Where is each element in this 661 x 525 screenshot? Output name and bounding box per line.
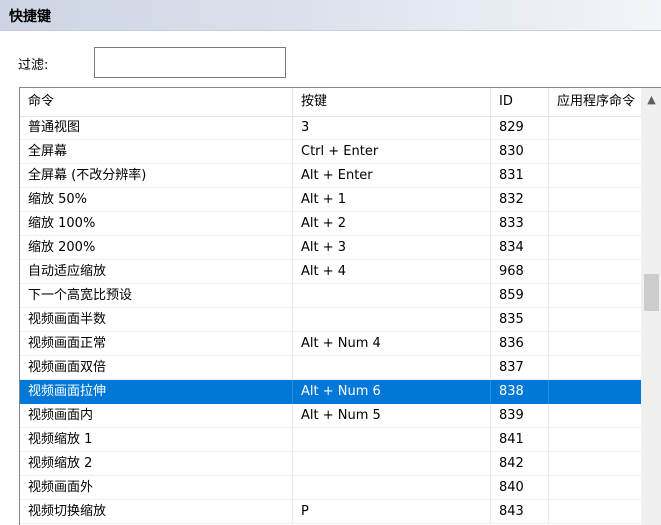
cell-id: 839	[491, 404, 549, 428]
cell-command: 全屏幕	[20, 140, 293, 164]
cell-id: 833	[491, 212, 549, 236]
cell-command: 全屏幕 (不改分辨率)	[20, 164, 293, 188]
cell-id: 968	[491, 260, 549, 284]
cell-keys	[293, 284, 491, 308]
table-row[interactable]: 全屏幕 (不改分辨率) Alt + Enter 831	[20, 164, 642, 188]
title-bar: 快捷键	[0, 0, 661, 31]
filter-label: 过滤:	[18, 58, 49, 73]
cell-app-command	[549, 452, 642, 476]
table-row[interactable]: 缩放 50% Alt + 1 832	[20, 188, 642, 212]
cell-command: 缩放 200%	[20, 236, 293, 260]
cell-id: 842	[491, 452, 549, 476]
cell-keys: Alt + 2	[293, 212, 491, 236]
cell-id: 840	[491, 476, 549, 500]
cell-id: 834	[491, 236, 549, 260]
shortcut-list[interactable]: 命令 按键 ID 应用程序命令 普通视图 3 829 全屏幕 Ctrl + Enter 8…	[19, 87, 661, 525]
cell-keys: Alt + Enter	[293, 164, 491, 188]
cell-id: 835	[491, 308, 549, 332]
cell-command: 视频切换缩放	[20, 500, 293, 524]
cell-app-command	[549, 476, 642, 500]
cell-app-command	[549, 356, 642, 380]
table-row[interactable]: 视频画面拉伸 Alt + Num 6 838	[20, 380, 642, 404]
cell-keys: Alt + Num 6	[293, 380, 491, 404]
cell-app-command	[549, 236, 642, 260]
cell-command: 自动适应缩放	[20, 260, 293, 284]
cell-command: 视频缩放 1	[20, 428, 293, 452]
cell-id: 843	[491, 500, 549, 524]
cell-app-command	[549, 140, 642, 164]
cell-app-command	[549, 308, 642, 332]
cell-command: 视频画面双倍	[20, 356, 293, 380]
cell-id: 838	[491, 380, 549, 404]
cell-app-command	[549, 380, 642, 404]
cell-id: 836	[491, 332, 549, 356]
table-row[interactable]: 缩放 200% Alt + 3 834	[20, 236, 642, 260]
cell-id: 841	[491, 428, 549, 452]
cell-keys	[293, 428, 491, 452]
column-header-keys[interactable]: 按键	[293, 88, 491, 116]
column-header-command[interactable]: 命令	[20, 88, 293, 116]
cell-keys: Alt + 1	[293, 188, 491, 212]
cell-id: 829	[491, 116, 549, 140]
cell-id: 830	[491, 140, 549, 164]
window-title: 快捷键	[9, 9, 51, 25]
cell-command: 视频画面半数	[20, 308, 293, 332]
cell-id: 859	[491, 284, 549, 308]
table-row[interactable]: 视频切换缩放 P 843	[20, 500, 642, 524]
cell-command: 视频画面拉伸	[20, 380, 293, 404]
cell-app-command	[549, 428, 642, 452]
cell-keys	[293, 356, 491, 380]
cell-keys: P	[293, 500, 491, 524]
cell-keys: Alt + 4	[293, 260, 491, 284]
scroll-up-arrow-icon[interactable]: ▲	[641, 88, 661, 112]
cell-app-command	[549, 260, 642, 284]
table-row[interactable]: 视频画面外 840	[20, 476, 642, 500]
cell-keys: Alt + Num 5	[293, 404, 491, 428]
cell-app-command	[549, 500, 642, 524]
cell-command: 普通视图	[20, 116, 293, 140]
table-row[interactable]: 普通视图 3 829	[20, 116, 642, 140]
column-header-app-command[interactable]: 应用程序命令	[549, 88, 642, 116]
cell-app-command	[549, 212, 642, 236]
cell-app-command	[549, 284, 642, 308]
cell-keys	[293, 476, 491, 500]
cell-keys	[293, 452, 491, 476]
cell-keys: Ctrl + Enter	[293, 140, 491, 164]
cell-keys	[293, 308, 491, 332]
cell-command: 视频缩放 2	[20, 452, 293, 476]
table-row[interactable]: 视频画面双倍 837	[20, 356, 642, 380]
cell-id: 831	[491, 164, 549, 188]
cell-command: 缩放 100%	[20, 212, 293, 236]
cell-app-command	[549, 116, 642, 140]
cell-keys: Alt + Num 4	[293, 332, 491, 356]
table-row[interactable]: 全屏幕 Ctrl + Enter 830	[20, 140, 642, 164]
cell-app-command	[549, 188, 642, 212]
cell-command: 视频画面内	[20, 404, 293, 428]
cell-command: 视频画面正常	[20, 332, 293, 356]
table-row[interactable]: 缩放 100% Alt + 2 833	[20, 212, 642, 236]
scrollbar-thumb[interactable]	[644, 273, 659, 312]
table-row[interactable]: 视频画面正常 Alt + Num 4 836	[20, 332, 642, 356]
filter-input[interactable]	[94, 47, 286, 78]
column-header-id[interactable]: ID	[491, 88, 549, 116]
cell-id: 837	[491, 356, 549, 380]
table-row[interactable]: 下一个高宽比预设 859	[20, 284, 642, 308]
table-row[interactable]: 视频画面半数 835	[20, 308, 642, 332]
list-rows: 普通视图 3 829 全屏幕 Ctrl + Enter 830 全屏幕 (不改分辨率) Alt…	[20, 116, 642, 524]
table-row[interactable]: 视频缩放 1 841	[20, 428, 642, 452]
table-row[interactable]: 视频缩放 2 842	[20, 452, 642, 476]
cell-id: 832	[491, 188, 549, 212]
cell-keys: Alt + 3	[293, 236, 491, 260]
cell-app-command	[549, 332, 642, 356]
cell-app-command	[549, 164, 642, 188]
list-header: 命令 按键 ID 应用程序命令	[20, 88, 642, 117]
table-row[interactable]: 视频画面内 Alt + Num 5 839	[20, 404, 642, 428]
cell-command: 下一个高宽比预设	[20, 284, 293, 308]
table-row[interactable]: 自动适应缩放 Alt + 4 968	[20, 260, 642, 284]
cell-command: 视频画面外	[20, 476, 293, 500]
cell-command: 缩放 50%	[20, 188, 293, 212]
cell-app-command	[549, 404, 642, 428]
vertical-scrollbar[interactable]: ▲	[641, 88, 661, 525]
cell-keys: 3	[293, 116, 491, 140]
